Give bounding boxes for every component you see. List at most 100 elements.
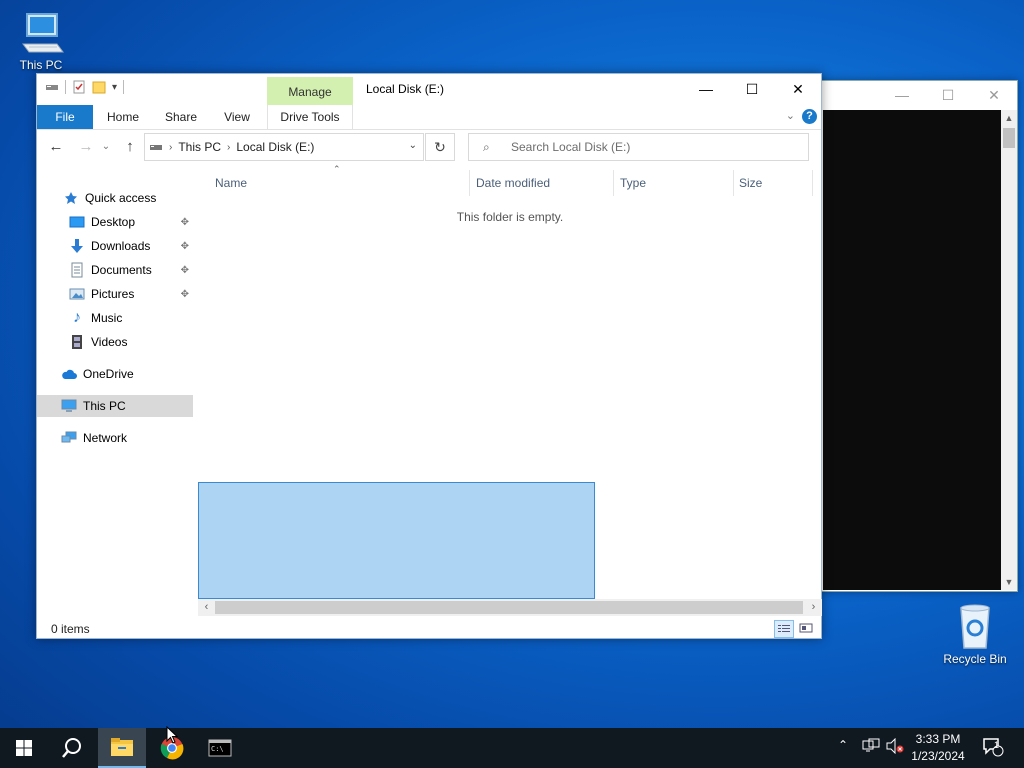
new-folder-icon[interactable] (92, 80, 106, 94)
clock-date: 1/23/2024 (911, 749, 965, 763)
breadcrumb-local-disk[interactable]: Local Disk (E:) (236, 140, 314, 154)
sidebar-item-onedrive[interactable]: OneDrive (37, 363, 193, 385)
refresh-button[interactable]: ↻ (425, 133, 455, 161)
customize-toolbar-icon[interactable]: ▾ (112, 82, 117, 93)
sidebar-item-videos[interactable]: Videos (37, 331, 193, 353)
sidebar-item-music[interactable]: ♪ Music (37, 307, 193, 329)
desktop-icon-label: Recycle Bin (943, 652, 1007, 666)
minimize-icon[interactable]: — (879, 87, 925, 103)
pin-icon[interactable]: ✥ (181, 265, 189, 276)
star-icon (63, 190, 79, 206)
scroll-right-icon[interactable]: › (805, 599, 822, 616)
film-icon (69, 334, 85, 350)
scroll-thumb[interactable] (1003, 128, 1015, 148)
large-icons-view-button[interactable] (797, 620, 817, 638)
breadcrumb-chevron-icon[interactable]: › (227, 142, 230, 153)
breadcrumb-chevron-icon[interactable]: › (169, 142, 172, 153)
back-arrow-icon[interactable]: ← (47, 138, 65, 155)
taskbar-command-prompt[interactable]: C:\ (196, 728, 244, 768)
pin-icon[interactable]: ✥ (181, 217, 189, 228)
show-hidden-icons-icon[interactable]: ⌃ (838, 738, 848, 752)
up-arrow-icon[interactable]: ↑ (121, 138, 139, 155)
column-header-type[interactable]: Type (620, 172, 646, 194)
start-button[interactable] (0, 728, 48, 768)
console-screen[interactable] (823, 110, 1001, 590)
sort-ascending-icon: ⌃ (333, 164, 341, 174)
forward-arrow-icon[interactable]: → (77, 138, 95, 155)
sidebar-item-quick-access[interactable]: Quick access (37, 187, 193, 209)
scroll-up-icon[interactable]: ▲ (1001, 110, 1017, 126)
recent-locations-icon[interactable]: ⌄ (97, 141, 115, 152)
help-icon[interactable]: ? (802, 109, 817, 124)
network-status-icon[interactable] (862, 738, 880, 757)
maximize-icon[interactable]: ☐ (729, 74, 775, 104)
search-button[interactable] (48, 728, 96, 768)
file-list[interactable]: ⌃ Name Date modified Type Size This fold… (198, 164, 822, 619)
properties-icon[interactable] (72, 80, 86, 94)
empty-folder-message: This folder is empty. (456, 210, 564, 224)
sidebar-item-label: Pictures (91, 287, 135, 301)
console-titlebar[interactable]: — ☐ ✕ (809, 81, 1017, 109)
sidebar-item-network[interactable]: Network (37, 427, 193, 449)
column-header-date-modified[interactable]: Date modified (476, 172, 550, 194)
sidebar-item-pictures[interactable]: Pictures ✥ (37, 283, 193, 305)
file-explorer-window[interactable]: ▾ Manage Local Disk (E:) — ☐ ✕ File Home… (36, 73, 822, 639)
details-view-button[interactable] (774, 620, 794, 638)
volume-muted-icon[interactable] (886, 737, 904, 757)
column-divider[interactable] (733, 170, 734, 196)
column-divider[interactable] (469, 170, 470, 196)
column-header-size[interactable]: Size (739, 172, 762, 194)
tab-manage[interactable]: Manage (267, 77, 353, 105)
minimize-icon[interactable]: — (683, 74, 729, 104)
tab-view[interactable]: View (217, 105, 257, 129)
quick-access-toolbar: ▾ (45, 80, 125, 94)
sidebar-item-documents[interactable]: Documents ✥ (37, 259, 193, 281)
file-explorer-icon (111, 738, 133, 756)
sidebar-item-desktop[interactable]: Desktop ✥ (37, 211, 193, 233)
maximize-icon[interactable]: ☐ (925, 87, 971, 104)
search-box[interactable]: ⌕ (468, 133, 809, 161)
column-divider[interactable] (613, 170, 614, 196)
search-input[interactable] (509, 139, 793, 155)
taskbar: C:\ ⌃ 3:33 PM 1/23/2024 1 (0, 728, 1024, 768)
sidebar-item-label: OneDrive (83, 367, 134, 381)
drive-icon[interactable] (45, 81, 59, 93)
chevron-down-icon[interactable]: ⌄ (409, 140, 417, 151)
action-center-button[interactable]: 1 (982, 737, 1004, 760)
pictures-icon (69, 286, 85, 302)
console-scrollbar[interactable]: ▲ ▼ (1001, 110, 1017, 590)
pin-icon[interactable]: ✥ (181, 289, 189, 300)
breadcrumb-this-pc[interactable]: This PC (178, 140, 221, 154)
close-icon[interactable]: ✕ (775, 74, 821, 104)
clock-time: 3:33 PM (915, 732, 961, 746)
tab-share[interactable]: Share (159, 105, 203, 129)
pin-icon[interactable]: ✥ (181, 241, 189, 252)
sidebar-item-label: Desktop (91, 215, 136, 229)
scroll-left-icon[interactable]: ‹ (198, 599, 215, 616)
sidebar-item-downloads[interactable]: Downloads ✥ (37, 235, 193, 257)
toolbar-separator (123, 80, 125, 94)
column-header-name[interactable]: Name (215, 172, 247, 194)
scroll-thumb[interactable] (215, 601, 803, 614)
desktop-icon-this-pc[interactable]: This PC (4, 8, 78, 72)
tab-drive-tools[interactable]: Drive Tools (267, 105, 353, 129)
console-window[interactable]: — ☐ ✕ ▲ ▼ (808, 80, 1018, 592)
this-pc-icon (22, 13, 64, 53)
column-divider[interactable] (812, 170, 813, 196)
tab-home[interactable]: Home (101, 105, 145, 129)
tab-file[interactable]: File (37, 105, 93, 129)
ribbon-tabs: File Home Share View Drive Tools ⌄ ? (37, 105, 821, 130)
music-note-icon: ♪ (73, 309, 81, 326)
horizontal-scrollbar[interactable]: ‹ › (198, 599, 822, 616)
system-clock[interactable]: 3:33 PM 1/23/2024 (906, 731, 970, 765)
search-icon: ⌕ (483, 139, 490, 154)
desktop-icon-recycle-bin[interactable]: Recycle Bin (938, 602, 1012, 666)
close-icon[interactable]: ✕ (971, 87, 1017, 104)
address-bar[interactable]: › This PC › Local Disk (E:) ⌄ (144, 133, 424, 161)
sidebar-item-this-pc[interactable]: This PC (37, 395, 193, 417)
expand-ribbon-icon[interactable]: ⌄ (786, 109, 795, 122)
taskbar-file-explorer[interactable] (98, 728, 146, 768)
title-bar[interactable]: ▾ Manage Local Disk (E:) — ☐ ✕ (37, 74, 821, 105)
scroll-down-icon[interactable]: ▼ (1001, 574, 1017, 590)
mouse-pointer-icon (166, 726, 178, 744)
